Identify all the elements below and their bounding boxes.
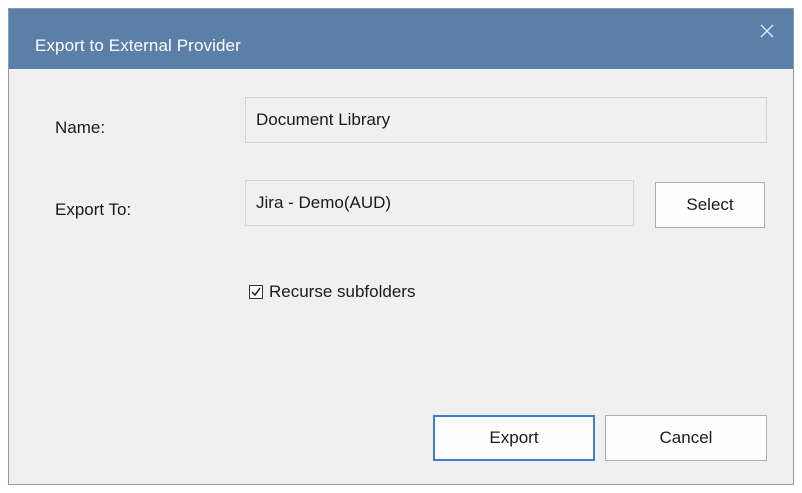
recurse-subfolders-checkbox[interactable]: Recurse subfolders — [249, 282, 415, 302]
close-button[interactable] — [753, 17, 781, 45]
export-to-label: Export To: — [55, 200, 132, 219]
title-bar: Export to External Provider — [9, 9, 793, 69]
dialog-title: Export to External Provider — [35, 36, 241, 55]
name-label: Name: — [55, 118, 106, 137]
select-button[interactable]: Select — [655, 182, 765, 228]
checkbox-box[interactable] — [249, 285, 263, 299]
export-dialog: Export to External Provider Name: Docume… — [8, 8, 794, 485]
recurse-subfolders-label: Recurse subfolders — [269, 282, 416, 301]
close-icon — [760, 24, 774, 38]
export-button[interactable]: Export — [433, 415, 595, 461]
name-field[interactable]: Document Library — [245, 97, 767, 143]
checkmark-icon — [251, 287, 261, 297]
export-to-field[interactable]: Jira - Demo(AUD) — [245, 180, 634, 226]
cancel-button[interactable]: Cancel — [605, 415, 767, 461]
